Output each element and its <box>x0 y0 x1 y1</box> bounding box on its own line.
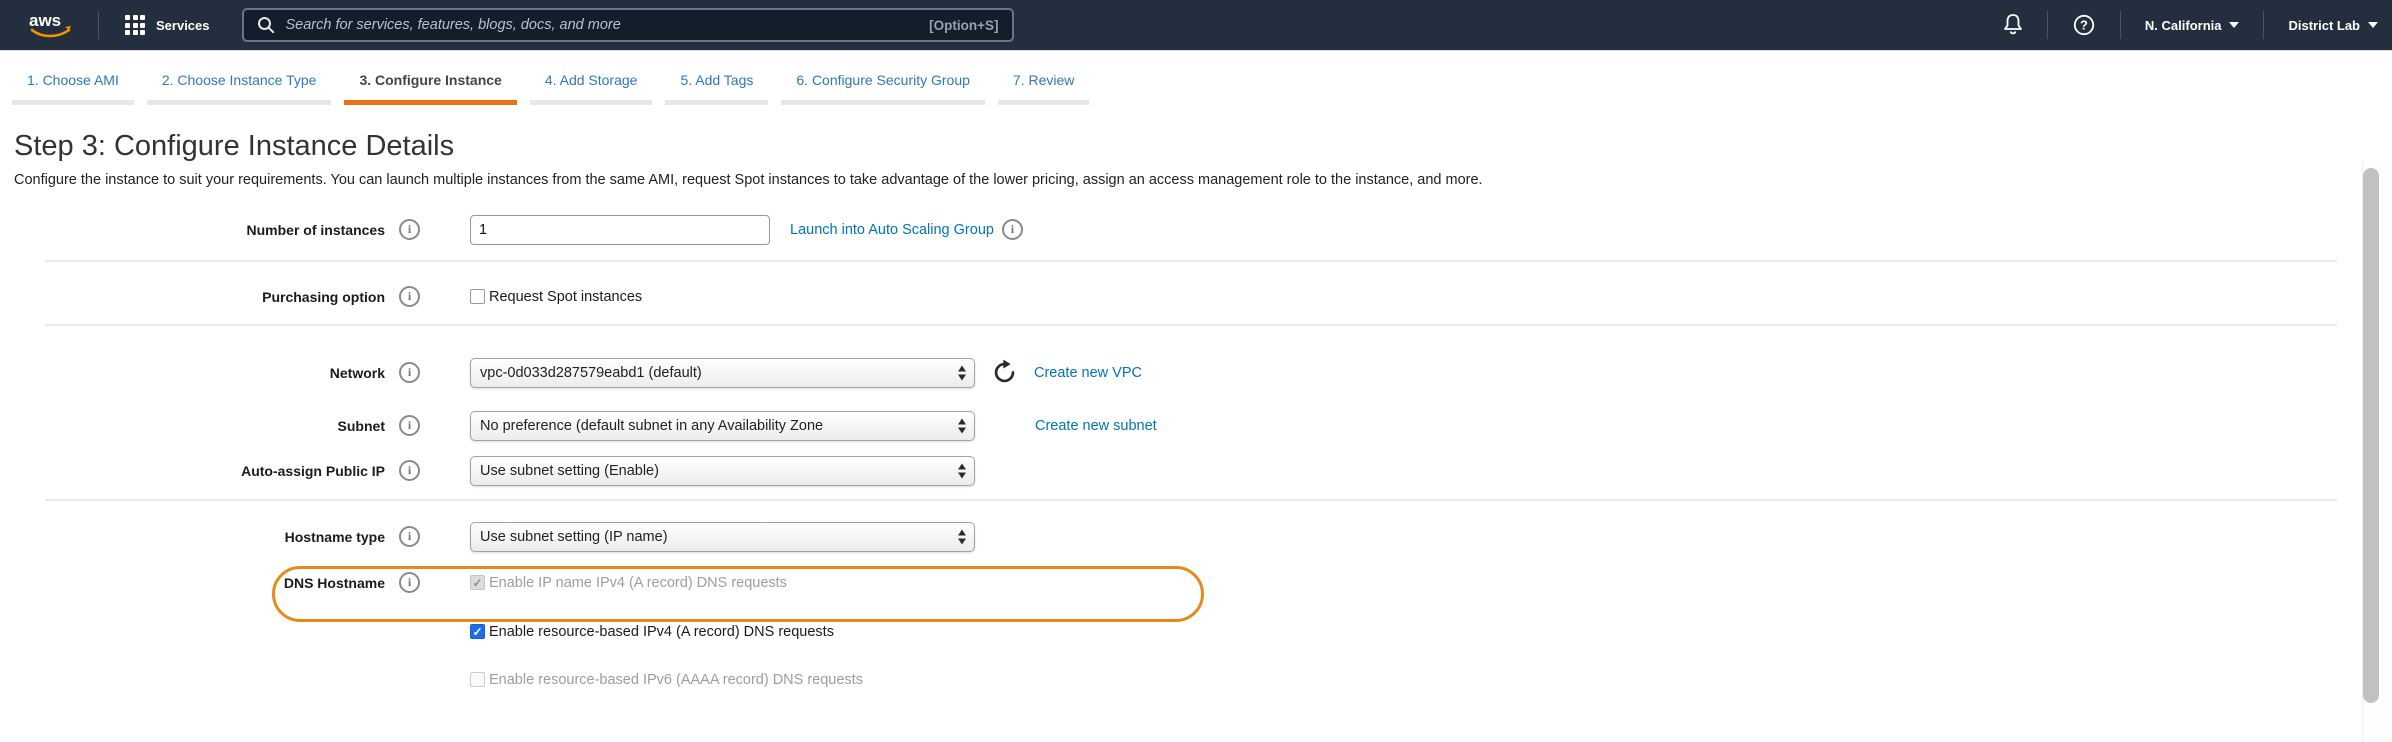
notifications-bell-icon[interactable] <box>2001 12 2025 38</box>
tab-review[interactable]: 7. Review <box>998 72 1089 105</box>
select-arrows-icon <box>958 463 966 478</box>
nav-divider <box>2120 11 2121 39</box>
global-search-input[interactable]: Search for services, features, blogs, do… <box>242 8 1014 42</box>
dns-hostname-row-2: Enable resource-based IPv4 (A record) DN… <box>0 621 2392 643</box>
page-title: Step 3: Configure Instance Details <box>14 131 2392 163</box>
info-icon[interactable] <box>399 526 420 547</box>
hostname-type-select[interactable]: Use subnet setting (IP name) <box>470 522 975 552</box>
hostname-type-select-value: Use subnet setting (IP name) <box>480 529 948 545</box>
enable-ip-name-ipv4-label: Enable IP name IPv4 (A record) DNS reque… <box>489 575 787 591</box>
svg-text:?: ? <box>2080 18 2088 33</box>
services-menu[interactable]: Services <box>156 18 210 33</box>
section-divider <box>45 260 2337 262</box>
enable-resource-based-ipv4-checkbox[interactable] <box>470 624 485 639</box>
aws-logo[interactable]: aws <box>26 9 74 41</box>
select-arrows-icon <box>958 365 966 380</box>
chevron-down-icon <box>2229 22 2239 28</box>
network-row: Network vpc-0d033d287579eabd1 (default) … <box>0 357 2392 389</box>
create-new-subnet-link[interactable]: Create new subnet <box>1035 418 1157 434</box>
info-icon[interactable] <box>399 219 420 240</box>
subnet-select[interactable]: No preference (default subnet in any Ava… <box>470 411 975 441</box>
hostname-type-label: Hostname type <box>0 529 385 545</box>
tab-configure-instance[interactable]: 3. Configure Instance <box>344 72 516 105</box>
info-icon[interactable] <box>1002 219 1023 240</box>
auto-assign-public-ip-select[interactable]: Use subnet setting (Enable) <box>470 456 975 486</box>
tab-add-tags[interactable]: 5. Add Tags <box>665 72 768 105</box>
enable-ip-name-ipv4-checkbox <box>470 575 485 590</box>
subnet-row: Subnet No preference (default subnet in … <box>0 410 2392 442</box>
account-menu[interactable]: District Lab <box>2288 18 2378 33</box>
services-grid-icon[interactable] <box>125 15 145 35</box>
region-label: N. California <box>2145 18 2222 33</box>
purchasing-option-label: Purchasing option <box>0 289 385 305</box>
info-icon[interactable] <box>399 572 420 593</box>
info-icon[interactable] <box>399 415 420 436</box>
nav-right-group: ? N. California District Lab <box>2001 11 2392 39</box>
dns-hostname-row: DNS Hostname Enable IP name IPv4 (A reco… <box>0 572 2392 594</box>
auto-assign-public-ip-select-value: Use subnet setting (Enable) <box>480 463 948 479</box>
enable-resource-based-ipv6-checkbox <box>470 672 485 687</box>
number-of-instances-label: Number of instances <box>0 222 385 238</box>
svg-text:aws: aws <box>29 11 61 30</box>
nav-divider <box>98 11 99 39</box>
hostname-type-row: Hostname type Use subnet setting (IP nam… <box>0 521 2392 553</box>
dns-hostname-label: DNS Hostname <box>0 575 385 591</box>
request-spot-instances-label: Request Spot instances <box>489 289 642 305</box>
top-navigation-bar: aws Services Search for services, featur… <box>0 0 2392 50</box>
number-of-instances-input[interactable] <box>470 215 770 245</box>
region-selector[interactable]: N. California <box>2145 18 2240 33</box>
tab-choose-instance-type[interactable]: 2. Choose Instance Type <box>147 72 332 105</box>
tab-choose-ami[interactable]: 1. Choose AMI <box>12 72 134 105</box>
network-select-value: vpc-0d033d287579eabd1 (default) <box>480 365 948 381</box>
nav-divider <box>2047 11 2048 39</box>
info-icon[interactable] <box>399 460 420 481</box>
refresh-icon[interactable] <box>991 359 1018 386</box>
subnet-label: Subnet <box>0 418 385 434</box>
info-icon[interactable] <box>399 362 420 383</box>
select-arrows-icon <box>958 529 966 544</box>
enable-resource-based-ipv4-label: Enable resource-based IPv4 (A record) DN… <box>489 624 834 640</box>
search-shortcut-hint: [Option+S] <box>929 18 998 33</box>
tab-configure-security-group[interactable]: 6. Configure Security Group <box>781 72 985 105</box>
subnet-select-value: No preference (default subnet in any Ava… <box>480 418 948 434</box>
auto-assign-public-ip-row: Auto-assign Public IP Use subnet setting… <box>0 455 2392 487</box>
search-placeholder: Search for services, features, blogs, do… <box>286 17 621 33</box>
create-new-vpc-link[interactable]: Create new VPC <box>1034 365 1142 381</box>
network-label: Network <box>0 365 385 381</box>
help-icon[interactable]: ? <box>2072 13 2096 37</box>
nav-divider <box>2263 11 2264 39</box>
info-icon[interactable] <box>399 286 420 307</box>
account-label: District Lab <box>2288 18 2360 33</box>
number-of-instances-row: Number of instances Launch into Auto Sca… <box>0 214 2392 246</box>
request-spot-instances-checkbox[interactable] <box>470 289 485 304</box>
section-divider <box>45 324 2337 326</box>
network-select[interactable]: vpc-0d033d287579eabd1 (default) <box>470 358 975 388</box>
auto-assign-public-ip-label: Auto-assign Public IP <box>0 463 385 479</box>
page-description: Configure the instance to suit your requ… <box>14 172 2392 188</box>
search-icon <box>256 15 276 35</box>
dns-hostname-row-3: Enable resource-based IPv6 (AAAA record)… <box>0 669 2392 691</box>
enable-resource-based-ipv6-label: Enable resource-based IPv6 (AAAA record)… <box>489 672 863 688</box>
configure-instance-form: Number of instances Launch into Auto Sca… <box>0 214 2392 691</box>
wizard-step-tabs: 1. Choose AMI 2. Choose Instance Type 3.… <box>0 50 2392 105</box>
launch-into-auto-scaling-group-link[interactable]: Launch into Auto Scaling Group <box>790 222 994 238</box>
section-divider <box>45 499 2337 501</box>
vertical-scrollbar-thumb[interactable] <box>2363 168 2379 703</box>
tab-add-storage[interactable]: 4. Add Storage <box>530 72 653 105</box>
select-arrows-icon <box>958 418 966 433</box>
purchasing-option-row: Purchasing option Request Spot instances <box>0 286 2392 308</box>
chevron-down-icon <box>2368 22 2378 28</box>
